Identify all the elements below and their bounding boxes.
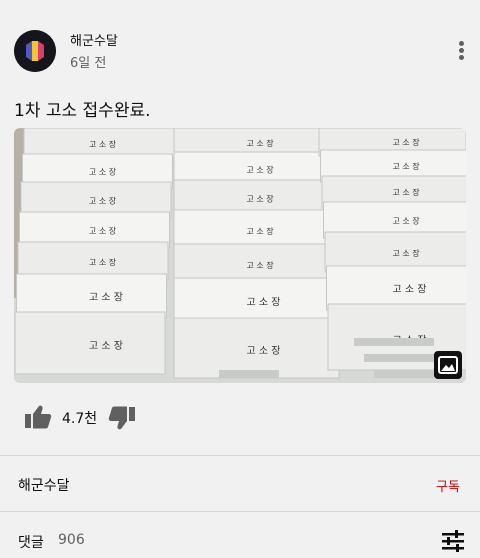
envelopes-photo: 고 소 장고 소 장고 소 장고 소 장고 소 장고 소 장고 소 장고 소 장…	[14, 128, 466, 383]
envelope-label: 고 소 장	[247, 194, 275, 204]
post-image[interactable]: 고 소 장고 소 장고 소 장고 소 장고 소 장고 소 장고 소 장고 소 장…	[14, 128, 466, 383]
channel-row-name[interactable]: 해군수달	[18, 475, 70, 495]
envelope-label: 고 소 장	[393, 137, 421, 147]
thumbs-up-icon[interactable]	[24, 404, 52, 430]
post-time: 6일 전	[70, 56, 107, 71]
blurred-text	[219, 370, 279, 378]
envelope-label: 고 소 장	[393, 248, 421, 258]
envelope-label: 고 소 장	[393, 283, 427, 295]
channel-row[interactable]: 해군수달 구독	[0, 456, 480, 511]
post-text: 1차 고소 접수완료.	[14, 101, 151, 121]
post-header: 해군수달 6일 전	[0, 0, 480, 85]
envelope-label: 고 소 장	[247, 226, 275, 236]
envelope-label: 고 소 장	[393, 161, 421, 171]
envelope-label: 고 소 장	[247, 260, 275, 270]
channel-avatar[interactable]	[14, 30, 56, 72]
image-icon[interactable]	[434, 351, 462, 379]
like-count: 4.7천	[62, 411, 98, 427]
channel-name[interactable]: 해군수달	[70, 30, 118, 49]
thumbs-down-icon[interactable]	[108, 405, 136, 431]
more-options-button[interactable]	[450, 38, 474, 62]
envelope-label: 고 소 장	[247, 345, 281, 357]
envelope-label: 고 소 장	[89, 291, 123, 303]
subscribe-button[interactable]: 구독	[436, 476, 460, 495]
sliders-icon[interactable]	[441, 530, 465, 552]
envelope-label: 고 소 장	[393, 187, 421, 197]
envelope-label: 고 소 장	[89, 340, 123, 352]
comments-label: 댓글	[18, 535, 44, 551]
blurred-text	[354, 338, 434, 346]
comments-row[interactable]: 댓글 906	[0, 512, 480, 558]
channel-logo-icon	[14, 30, 56, 72]
comments-count: 906	[58, 532, 85, 548]
three-dots-icon	[459, 41, 464, 46]
envelope-label: 고 소 장	[393, 216, 421, 226]
envelope-label: 고 소 장	[247, 138, 275, 148]
blurred-text	[374, 370, 434, 378]
blurred-text	[364, 354, 434, 362]
envelope-label: 고 소 장	[89, 257, 117, 267]
envelope-label: 고 소 장	[89, 166, 117, 176]
envelope-label: 고 소 장	[89, 139, 117, 149]
envelope-label: 고 소 장	[247, 164, 275, 174]
envelope-label: 고 소 장	[89, 226, 117, 236]
post-actions: 4.7천	[0, 398, 480, 438]
envelope-label: 고 소 장	[247, 297, 281, 309]
envelope-label: 고 소 장	[89, 196, 117, 206]
